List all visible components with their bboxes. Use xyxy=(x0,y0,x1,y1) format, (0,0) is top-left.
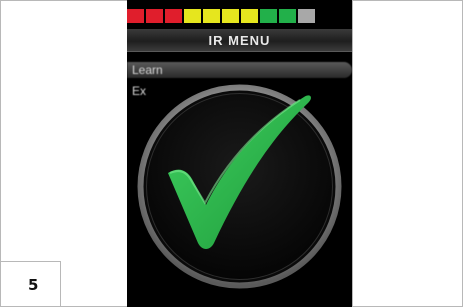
battery-segment xyxy=(146,9,163,23)
menu-title: IR MENU xyxy=(208,33,271,48)
battery-segment xyxy=(260,9,277,23)
battery-segment xyxy=(222,9,239,23)
menu-item-learn[interactable]: Learn xyxy=(127,62,352,78)
step-number-box: 5 xyxy=(0,261,61,307)
device-screen: IR MENU Learn Ex xyxy=(127,0,352,307)
step-number: 5 xyxy=(28,275,39,294)
battery-segment xyxy=(279,9,296,23)
confirmation-badge xyxy=(137,84,342,289)
menu-header: IR MENU xyxy=(127,29,352,52)
battery-segment xyxy=(241,9,258,23)
battery-segment xyxy=(203,9,220,23)
battery-gauge xyxy=(127,9,315,23)
right-divider xyxy=(352,0,353,307)
battery-segment xyxy=(165,9,182,23)
battery-segment xyxy=(127,9,144,23)
battery-segment xyxy=(298,9,315,23)
battery-segment xyxy=(184,9,201,23)
